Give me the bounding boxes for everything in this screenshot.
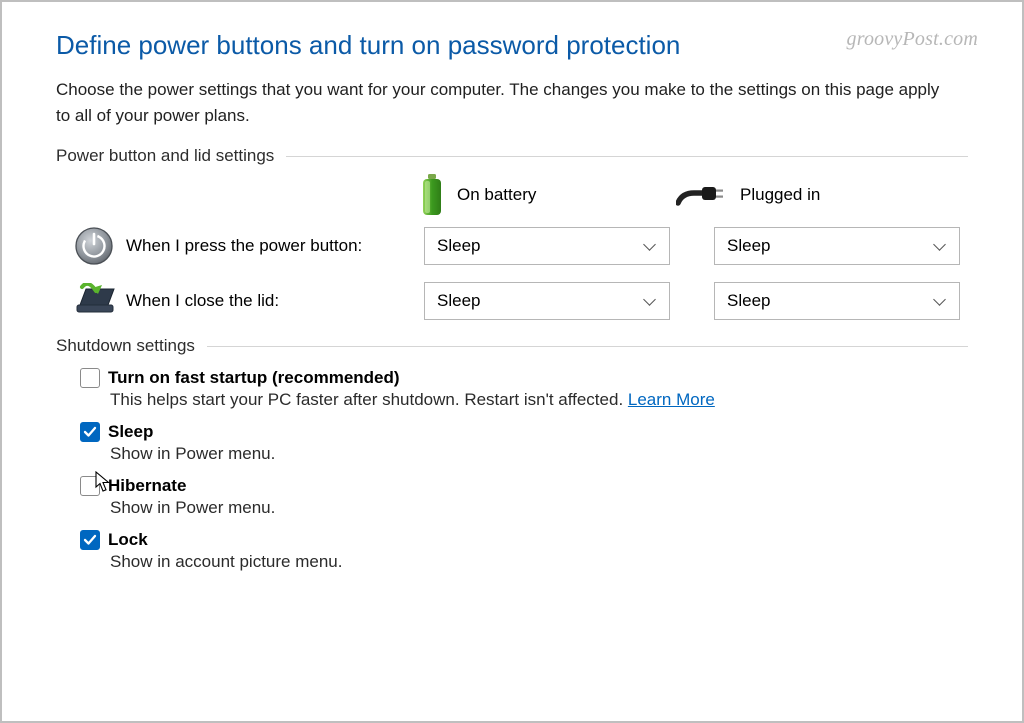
section-power-button-lid-label: Power button and lid settings (56, 146, 274, 166)
row-close-lid-label: When I close the lid: (126, 291, 424, 311)
checkbox-sleep[interactable] (80, 422, 100, 442)
sleep-desc: Show in Power menu. (110, 444, 968, 464)
select-power-button-battery[interactable]: Sleep (424, 227, 670, 265)
column-plugged-in-label: Plugged in (740, 185, 820, 205)
select-close-lid-battery-value: Sleep (437, 291, 480, 311)
hibernate-title: Hibernate (108, 476, 186, 496)
shutdown-item-hibernate: Hibernate Show in Power menu. (80, 476, 968, 518)
chevron-down-icon (935, 295, 947, 307)
select-close-lid-plugged[interactable]: Sleep (714, 282, 960, 320)
section-shutdown: Shutdown settings (56, 336, 968, 356)
row-power-button: When I press the power button: Sleep Sle… (74, 226, 968, 266)
select-power-button-plugged[interactable]: Sleep (714, 227, 960, 265)
laptop-lid-icon (74, 283, 126, 319)
column-on-battery: On battery (421, 174, 676, 216)
hibernate-desc: Show in Power menu. (110, 498, 968, 518)
checkbox-hibernate[interactable] (80, 476, 100, 496)
checkbox-lock[interactable] (80, 530, 100, 550)
column-on-battery-label: On battery (457, 185, 536, 205)
chevron-down-icon (645, 295, 657, 307)
lock-desc: Show in account picture menu. (110, 552, 968, 572)
shutdown-item-fast-startup: Turn on fast startup (recommended) This … (80, 368, 968, 410)
select-close-lid-battery[interactable]: Sleep (424, 282, 670, 320)
page-intro: Choose the power settings that you want … (56, 77, 946, 128)
chevron-down-icon (935, 240, 947, 252)
section-divider (207, 346, 968, 347)
section-power-button-lid: Power button and lid settings (56, 146, 968, 166)
fast-startup-desc: This helps start your PC faster after sh… (110, 390, 968, 410)
select-power-button-plugged-value: Sleep (727, 236, 770, 256)
select-power-button-battery-value: Sleep (437, 236, 480, 256)
checkbox-fast-startup[interactable] (80, 368, 100, 388)
shutdown-item-lock: Lock Show in account picture menu. (80, 530, 968, 572)
power-button-icon (74, 226, 126, 266)
lock-title: Lock (108, 530, 148, 550)
plug-icon (676, 181, 726, 209)
section-divider (286, 156, 968, 157)
chevron-down-icon (645, 240, 657, 252)
select-close-lid-plugged-value: Sleep (727, 291, 770, 311)
column-plugged-in: Plugged in (676, 174, 896, 216)
sleep-title: Sleep (108, 422, 153, 442)
fast-startup-desc-text: This helps start your PC faster after sh… (110, 390, 628, 409)
battery-icon (421, 174, 443, 216)
row-close-lid: When I close the lid: Sleep Sleep (74, 282, 968, 320)
watermark: groovyPost.com (847, 28, 978, 51)
columns-header: On battery Plugged in (56, 174, 968, 216)
section-shutdown-label: Shutdown settings (56, 336, 195, 356)
shutdown-item-sleep: Sleep Show in Power menu. (80, 422, 968, 464)
row-power-button-label: When I press the power button: (126, 236, 424, 256)
fast-startup-title: Turn on fast startup (recommended) (108, 368, 400, 388)
page-title: Define power buttons and turn on passwor… (56, 30, 968, 61)
learn-more-link[interactable]: Learn More (628, 390, 715, 409)
